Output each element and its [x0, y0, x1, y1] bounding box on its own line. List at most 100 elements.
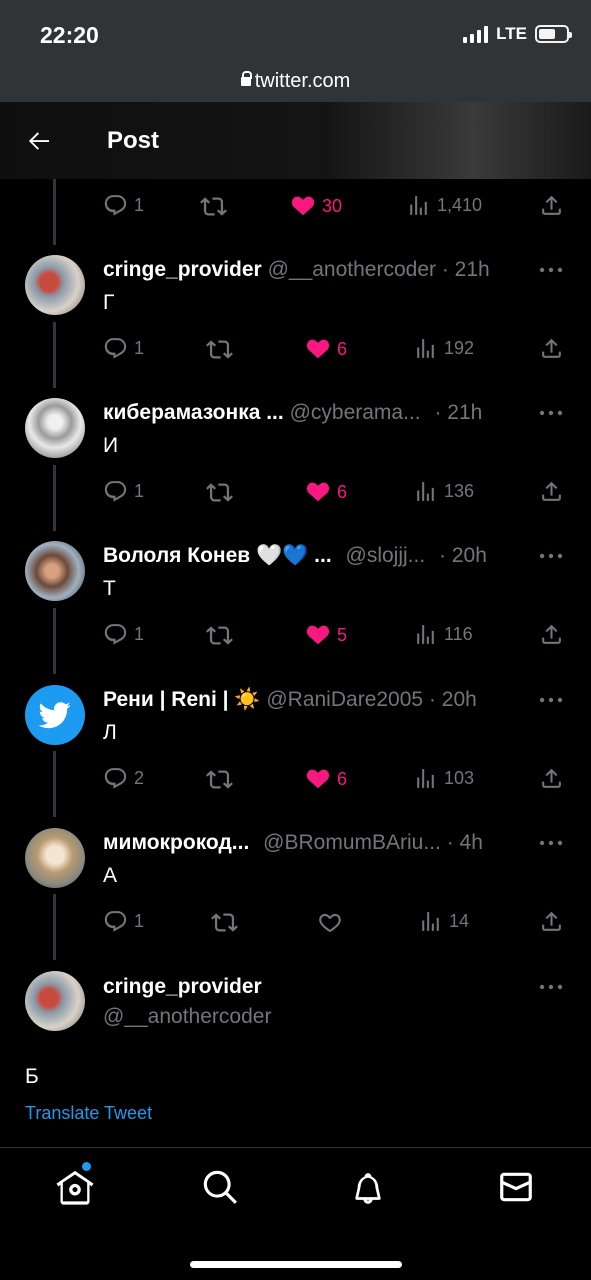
avatar[interactable]: [25, 398, 85, 458]
more-icon[interactable]: [539, 696, 563, 704]
views-icon: [417, 339, 434, 358]
retweet-button[interactable]: [206, 622, 233, 649]
views-button[interactable]: 103: [413, 766, 474, 791]
share-icon: [542, 481, 561, 501]
more-icon[interactable]: [539, 266, 563, 274]
twitter-bird-icon: [39, 702, 71, 729]
nav-notifications[interactable]: [349, 1168, 389, 1208]
like-button[interactable]: 30: [290, 193, 342, 219]
avatar[interactable]: [25, 255, 85, 315]
like-button[interactable]: 6: [305, 479, 347, 505]
share-button[interactable]: [539, 622, 564, 647]
views-button[interactable]: 116: [413, 622, 473, 647]
share-icon: [542, 624, 561, 644]
tweet-header: киберамазонка ... @cyberama... · 21h: [103, 401, 482, 425]
nav-search[interactable]: [201, 1168, 241, 1208]
views-button[interactable]: 136: [413, 479, 474, 504]
heart-icon: [291, 196, 315, 216]
display-name[interactable]: Рени | Reni | ☀️: [103, 688, 261, 711]
tweet-header: Вололя Конев 🤍💙 ... @slojjj... · 20h: [103, 544, 487, 568]
retweet-button[interactable]: [211, 909, 238, 936]
timestamp[interactable]: · 4h: [447, 831, 483, 854]
nav-home[interactable]: [55, 1162, 95, 1208]
like-count: 6: [337, 481, 348, 502]
like-button[interactable]: 5: [305, 622, 347, 648]
avatar[interactable]: [25, 828, 85, 888]
display-name[interactable]: Вололя Конев 🤍💙 ...: [103, 544, 332, 567]
parent-action-row: 1 30 1,410: [0, 193, 591, 223]
tweet-text: Л: [103, 721, 117, 744]
share-button[interactable]: [539, 479, 564, 504]
retweet-icon: [211, 913, 238, 932]
retweet-icon: [200, 197, 227, 216]
mail-icon: [500, 1172, 532, 1202]
like-button[interactable]: 6: [305, 766, 347, 792]
reply-button[interactable]: 1: [103, 336, 144, 361]
handle[interactable]: @slojjj...: [346, 544, 426, 567]
notification-dot: [82, 1162, 91, 1171]
views-icon: [417, 769, 434, 788]
retweet-button[interactable]: [200, 193, 227, 220]
display-name[interactable]: cringe_provider: [103, 975, 262, 999]
translate-tweet-link[interactable]: Translate Tweet: [25, 1103, 152, 1124]
handle[interactable]: @RaniDare2005: [266, 688, 423, 711]
status-indicators: LTE: [463, 24, 572, 44]
like-count: 6: [337, 338, 348, 359]
timestamp[interactable]: · 20h: [439, 544, 487, 567]
share-button[interactable]: [539, 193, 564, 218]
handle[interactable]: @BRomumBAriu...: [263, 831, 441, 854]
tweet-text: А: [103, 864, 118, 887]
display-name[interactable]: мимокрокод...: [103, 831, 249, 854]
more-icon[interactable]: [539, 409, 563, 417]
display-name[interactable]: киберамазонка ...: [103, 401, 284, 424]
signal-icon: [463, 25, 489, 43]
like-button[interactable]: 6: [305, 336, 347, 362]
reply-button[interactable]: 2: [103, 766, 144, 791]
more-icon[interactable]: [539, 552, 563, 560]
reply-button[interactable]: 1: [103, 479, 144, 504]
views-button[interactable]: 14: [418, 909, 469, 934]
handle[interactable]: @__anothercoder: [103, 1005, 271, 1029]
retweet-button[interactable]: [206, 766, 233, 793]
tweet-header: Рени | Reni | ☀️ @RaniDare2005 · 20h: [103, 688, 477, 712]
home-indicator: [190, 1261, 402, 1268]
like-button[interactable]: [317, 909, 349, 935]
handle[interactable]: @__anothercoder: [268, 258, 436, 281]
reply-button[interactable]: 1: [103, 909, 144, 934]
reply-icon: [104, 624, 127, 645]
views-icon: [417, 482, 434, 501]
tweet-header: cringe_provider: [103, 975, 262, 999]
retweet-icon: [206, 340, 233, 359]
views-button[interactable]: 192: [413, 336, 474, 361]
share-button[interactable]: [539, 909, 564, 934]
reply-icon: [104, 481, 127, 502]
heart-icon: [306, 769, 330, 789]
avatar[interactable]: [25, 685, 85, 745]
reply-button[interactable]: 1: [103, 193, 144, 218]
timestamp[interactable]: · 21h: [442, 258, 490, 281]
display-name[interactable]: cringe_provider: [103, 258, 262, 281]
browser-url-bar[interactable]: twitter.com: [0, 60, 591, 102]
reply-count: 1: [134, 338, 145, 358]
more-icon[interactable]: [539, 983, 563, 991]
back-button[interactable]: [24, 126, 54, 156]
avatar[interactable]: [25, 971, 85, 1031]
views-button[interactable]: 1,410: [406, 193, 482, 218]
avatar[interactable]: [25, 541, 85, 601]
reply-button[interactable]: 1: [103, 622, 144, 647]
page-title: Post: [107, 127, 160, 154]
lock-icon: [240, 70, 252, 88]
views-count: 103: [444, 768, 475, 788]
share-button[interactable]: [539, 336, 564, 361]
nav-messages[interactable]: [497, 1168, 537, 1208]
retweet-button[interactable]: [206, 336, 233, 363]
views-count: 1,410: [437, 195, 483, 215]
timestamp[interactable]: · 21h: [434, 401, 482, 424]
tweet-header: @__anothercoder: [103, 1005, 271, 1029]
handle[interactable]: @cyberama...: [290, 401, 421, 424]
more-icon[interactable]: [539, 839, 563, 847]
timestamp[interactable]: · 20h: [429, 688, 477, 711]
share-button[interactable]: [539, 766, 564, 791]
reply-icon: [104, 911, 127, 932]
retweet-button[interactable]: [206, 479, 233, 506]
